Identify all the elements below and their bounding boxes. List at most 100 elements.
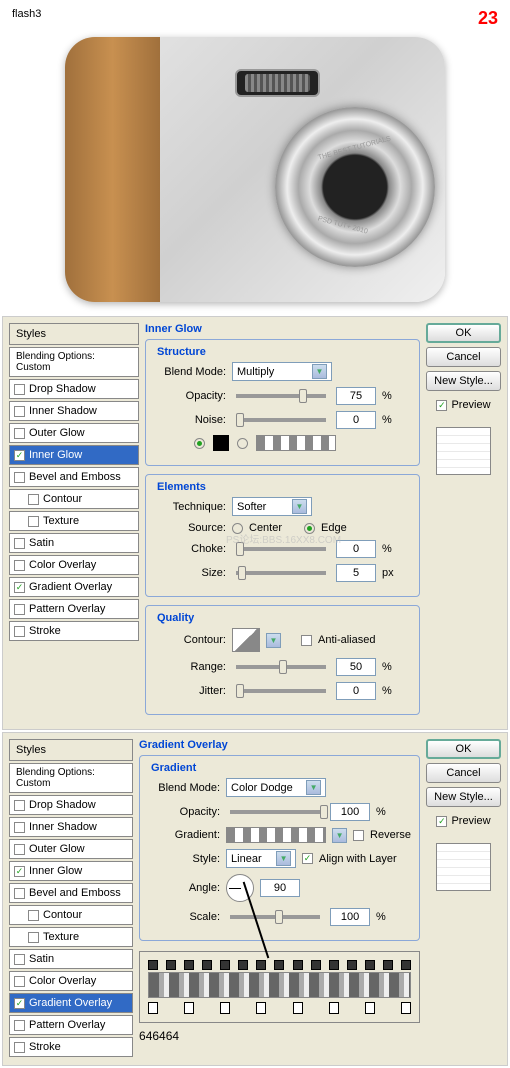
chevron-down-icon[interactable]: ▼: [332, 828, 347, 843]
style-checkbox[interactable]: [28, 910, 39, 921]
style-row-stroke[interactable]: Stroke: [9, 1037, 133, 1057]
opacity-stop[interactable]: [293, 960, 303, 970]
style-row-gradient-overlay[interactable]: Gradient Overlay: [9, 993, 133, 1013]
size-input[interactable]: [336, 564, 376, 582]
noise-slider[interactable]: [236, 418, 326, 422]
style-checkbox[interactable]: [14, 822, 25, 833]
style-checkbox[interactable]: [14, 406, 25, 417]
style-checkbox[interactable]: [14, 800, 25, 811]
opacity-stop[interactable]: [401, 960, 411, 970]
opacity-stop[interactable]: [274, 960, 284, 970]
style-checkbox[interactable]: [14, 428, 25, 439]
style-row-contour[interactable]: Contour: [9, 905, 133, 925]
style-row-satin[interactable]: Satin: [9, 949, 133, 969]
color-stop[interactable]: [220, 1002, 230, 1014]
style-row-pattern-overlay[interactable]: Pattern Overlay: [9, 599, 139, 619]
style-row-inner-shadow[interactable]: Inner Shadow: [9, 817, 133, 837]
style-checkbox[interactable]: [14, 538, 25, 549]
size-slider[interactable]: [236, 571, 326, 575]
style-row-bevel-and-emboss[interactable]: Bevel and Emboss: [9, 467, 139, 487]
style-checkbox[interactable]: [14, 954, 25, 965]
new-style-button[interactable]: New Style...: [426, 787, 501, 807]
style-row-inner-glow[interactable]: Inner Glow: [9, 861, 133, 881]
style-checkbox[interactable]: [14, 976, 25, 987]
blend-mode-select[interactable]: Color Dodge▼: [226, 778, 326, 797]
color-stop[interactable]: [293, 1002, 303, 1014]
style-checkbox[interactable]: [14, 1042, 25, 1053]
opacity-stop[interactable]: [347, 960, 357, 970]
color-stop[interactable]: [329, 1002, 339, 1014]
technique-select[interactable]: Softer▼: [232, 497, 312, 516]
style-select[interactable]: Linear▼: [226, 849, 296, 868]
range-slider[interactable]: [236, 665, 326, 669]
color-stop[interactable]: [256, 1002, 266, 1014]
choke-slider[interactable]: [236, 547, 326, 551]
range-input[interactable]: [336, 658, 376, 676]
blend-mode-select[interactable]: Multiply▼: [232, 362, 332, 381]
style-row-color-overlay[interactable]: Color Overlay: [9, 555, 139, 575]
style-checkbox[interactable]: [14, 626, 25, 637]
reverse-checkbox[interactable]: [353, 830, 364, 841]
cancel-button[interactable]: Cancel: [426, 763, 501, 783]
opacity-stop[interactable]: [238, 960, 248, 970]
style-checkbox[interactable]: [14, 844, 25, 855]
style-row-contour[interactable]: Contour: [9, 489, 139, 509]
jitter-input[interactable]: [336, 682, 376, 700]
angle-input[interactable]: [260, 879, 300, 897]
align-checkbox[interactable]: [302, 853, 313, 864]
style-checkbox[interactable]: [14, 998, 25, 1009]
styles-heading[interactable]: Styles: [9, 739, 133, 761]
preview-checkbox[interactable]: [436, 816, 447, 827]
styles-heading[interactable]: Styles: [9, 323, 139, 345]
style-row-bevel-and-emboss[interactable]: Bevel and Emboss: [9, 883, 133, 903]
style-checkbox[interactable]: [14, 866, 25, 877]
opacity-stop[interactable]: [365, 960, 375, 970]
style-checkbox[interactable]: [28, 494, 39, 505]
gradient-preview[interactable]: [256, 435, 336, 451]
noise-input[interactable]: [336, 411, 376, 429]
style-row-outer-glow[interactable]: Outer Glow: [9, 839, 133, 859]
opacity-stop[interactable]: [166, 960, 176, 970]
chevron-down-icon[interactable]: ▼: [266, 633, 281, 648]
opacity-stop[interactable]: [329, 960, 339, 970]
style-checkbox[interactable]: [14, 450, 25, 461]
opacity-stop[interactable]: [256, 960, 266, 970]
style-row-texture[interactable]: Texture: [9, 511, 139, 531]
ok-button[interactable]: OK: [426, 323, 501, 343]
blending-options-row[interactable]: Blending Options: Custom: [9, 347, 139, 377]
style-checkbox[interactable]: [14, 582, 25, 593]
opacity-slider[interactable]: [236, 394, 326, 398]
style-checkbox[interactable]: [14, 604, 25, 615]
color-stop[interactable]: [365, 1002, 375, 1014]
style-row-pattern-overlay[interactable]: Pattern Overlay: [9, 1015, 133, 1035]
opacity-input[interactable]: [330, 803, 370, 821]
color-stop[interactable]: [184, 1002, 194, 1014]
blending-options-row[interactable]: Blending Options: Custom: [9, 763, 133, 793]
style-row-outer-glow[interactable]: Outer Glow: [9, 423, 139, 443]
style-checkbox[interactable]: [14, 472, 25, 483]
gradient-radio[interactable]: [237, 438, 248, 449]
style-row-drop-shadow[interactable]: Drop Shadow: [9, 795, 133, 815]
color-stop[interactable]: [148, 1002, 158, 1014]
opacity-stop[interactable]: [202, 960, 212, 970]
cancel-button[interactable]: Cancel: [426, 347, 501, 367]
contour-picker[interactable]: [232, 628, 260, 652]
opacity-stop[interactable]: [148, 960, 158, 970]
scale-slider[interactable]: [230, 915, 320, 919]
style-row-color-overlay[interactable]: Color Overlay: [9, 971, 133, 991]
jitter-slider[interactable]: [236, 689, 326, 693]
style-checkbox[interactable]: [14, 888, 25, 899]
color-stop[interactable]: [401, 1002, 411, 1014]
style-row-inner-glow[interactable]: Inner Glow: [9, 445, 139, 465]
color-swatch[interactable]: [213, 435, 229, 451]
color-radio[interactable]: [194, 438, 205, 449]
gradient-picker[interactable]: [226, 827, 326, 843]
ok-button[interactable]: OK: [426, 739, 501, 759]
scale-input[interactable]: [330, 908, 370, 926]
style-checkbox[interactable]: [28, 932, 39, 943]
style-row-satin[interactable]: Satin: [9, 533, 139, 553]
opacity-stop[interactable]: [220, 960, 230, 970]
opacity-input[interactable]: [336, 387, 376, 405]
style-row-stroke[interactable]: Stroke: [9, 621, 139, 641]
choke-input[interactable]: [336, 540, 376, 558]
